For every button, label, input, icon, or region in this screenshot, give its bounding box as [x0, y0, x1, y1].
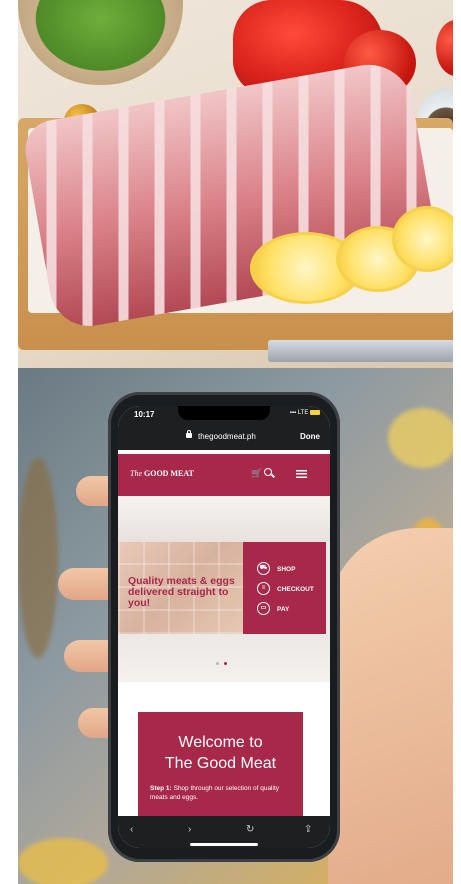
site-logo[interactable]: The GOOD MEAT [130, 469, 194, 478]
home-indicator[interactable] [190, 843, 258, 846]
panel-label: CHECKOUT [277, 586, 314, 593]
panel-label: SHOP [277, 566, 296, 573]
knife [268, 340, 453, 362]
lock-icon [186, 430, 192, 438]
bokeh-light [18, 838, 108, 884]
welcome-title-line: Welcome to [178, 734, 263, 751]
hand [328, 528, 453, 884]
cart-icon[interactable]: 🛒 [251, 468, 262, 479]
bokeh-light [388, 408, 453, 468]
forward-button[interactable]: › [188, 824, 191, 835]
step-description: Step 1: Shop through our selection of qu… [150, 784, 296, 802]
hero-steps-panel: ⛟ SHOP ≡ CHECKOUT ▭ PAY [243, 542, 326, 634]
reload-button[interactable]: ↻ [246, 824, 254, 835]
carousel-dot[interactable] [216, 662, 219, 665]
back-button[interactable]: ‹ [130, 824, 133, 835]
hero-banner: Quality meats & eggs delivered straight … [118, 496, 330, 682]
site-header: The GOOD MEAT 🛒 [118, 454, 330, 496]
search-icon[interactable] [264, 468, 272, 476]
carousel-dot-active[interactable] [224, 662, 227, 665]
hamburger-menu-icon[interactable] [296, 470, 307, 478]
bokeh-light [18, 458, 58, 658]
done-button[interactable]: Done [300, 432, 320, 441]
welcome-title: Welcome to The Good Meat [138, 732, 303, 774]
hero-bottom-image [118, 634, 330, 682]
signal-icon: ▪▪▪ [289, 410, 297, 417]
credit-card-icon: ▭ [257, 602, 270, 615]
hero-caption: Quality meats & eggs delivered straight … [128, 575, 235, 609]
receipt-icon: ≡ [257, 582, 270, 595]
salad-bowl [18, 0, 183, 85]
step-label: Step 1: [150, 785, 172, 792]
status-time: 10:17 [134, 410, 155, 419]
battery-icon [310, 410, 320, 415]
status-bar: 10:17 ▪▪▪ LTE [118, 406, 330, 424]
hero-top-image [118, 496, 330, 542]
panel-label: PAY [277, 606, 290, 613]
logo-the: The [130, 469, 142, 478]
ribs-photo [18, 0, 453, 368]
lemon-slice [392, 206, 453, 272]
network-label: LTE [297, 410, 309, 417]
logo-main: GOOD MEAT [144, 469, 194, 478]
cart-icon: ⛟ [257, 562, 270, 575]
status-icons: ▪▪▪ LTE [290, 410, 320, 416]
tomato [436, 20, 453, 76]
phone-screen: 10:17 ▪▪▪ LTE thegoodmeat.ph Done The GO… [118, 406, 330, 848]
share-button[interactable]: ⇪ [304, 824, 312, 835]
notch [178, 406, 270, 420]
welcome-title-line: The Good Meat [164, 755, 277, 772]
browser-url-bar[interactable]: thegoodmeat.ph Done [118, 424, 330, 450]
url-text[interactable]: thegoodmeat.ph [198, 432, 256, 441]
